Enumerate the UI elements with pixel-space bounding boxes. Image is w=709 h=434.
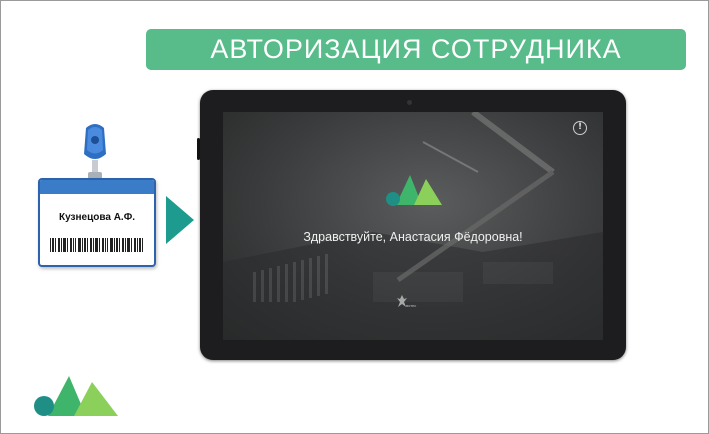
page-title: АВТОРИЗАЦИЯ СОТРУДНИКА	[210, 34, 622, 64]
info-button[interactable]: !	[573, 121, 587, 135]
tablet-screen: ! Здравствуйте, Анастасия Фёдоровна! вот…	[223, 112, 603, 340]
play-arrow-icon	[166, 196, 194, 244]
badge-employee-name: Кузнецова А.Ф.	[58, 212, 136, 223]
barcode-icon	[50, 238, 143, 252]
tablet-device: ! Здравствуйте, Анастасия Фёдоровна! вот…	[197, 90, 626, 360]
greeting-text: Здравствуйте, Анастасия Фёдоровна!	[303, 230, 523, 244]
brand-logo-icon	[386, 175, 442, 206]
side-button	[197, 138, 200, 160]
vendor-label: вотес	[406, 303, 417, 308]
brand-logo-icon	[34, 376, 118, 416]
camera-icon	[407, 100, 412, 105]
info-icon: !	[577, 122, 583, 132]
badge-card: Кузнецова А.Ф.	[38, 178, 156, 267]
title-banner: АВТОРИЗАЦИЯ СОТРУДНИКА	[146, 29, 686, 70]
employee-badge: Кузнецова А.Ф.	[36, 120, 156, 267]
